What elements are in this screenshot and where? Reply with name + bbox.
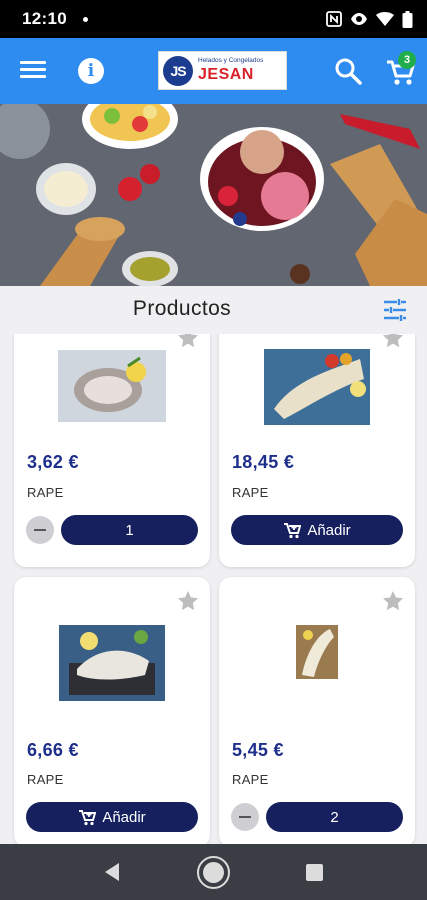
product-name: RAPE bbox=[232, 772, 269, 787]
logo-name: JESAN bbox=[198, 65, 254, 83]
status-bar: 12:10 bbox=[0, 0, 427, 38]
product-card[interactable]: 6,66 € RAPE Añadir bbox=[14, 577, 210, 844]
cart-button[interactable]: 3 bbox=[384, 51, 418, 88]
notification-dot-icon bbox=[82, 16, 88, 22]
logo-mark: JS bbox=[163, 55, 193, 86]
quantity-display[interactable]: 2 bbox=[266, 802, 403, 832]
recent-apps-icon[interactable] bbox=[306, 864, 323, 881]
menu-icon[interactable] bbox=[20, 58, 46, 84]
product-price: 3,62 € bbox=[27, 452, 79, 472]
app-bar: i JS Helados y Congelados JESAN 3 bbox=[0, 38, 427, 104]
add-to-cart-label: Añadir bbox=[102, 808, 146, 826]
product-image bbox=[219, 349, 415, 425]
add-to-cart-button[interactable]: Añadir bbox=[231, 515, 403, 545]
logo-subtitle: Helados y Congelados bbox=[198, 57, 264, 65]
home-icon[interactable] bbox=[197, 856, 230, 889]
section-header: Productos bbox=[0, 286, 427, 334]
product-card[interactable]: 5,45 € RAPE 2 bbox=[219, 577, 415, 844]
product-name: RAPE bbox=[27, 485, 64, 500]
decrease-quantity-button[interactable] bbox=[231, 803, 259, 831]
system-nav-bar bbox=[0, 844, 427, 900]
product-image bbox=[219, 625, 415, 679]
nfc-icon bbox=[326, 11, 342, 27]
product-name: RAPE bbox=[27, 772, 64, 787]
quantity-display[interactable]: 1 bbox=[61, 515, 198, 545]
decrease-quantity-button[interactable] bbox=[26, 516, 54, 544]
back-icon[interactable] bbox=[102, 862, 122, 882]
product-image bbox=[14, 350, 210, 422]
favorite-star-icon[interactable] bbox=[381, 334, 405, 350]
favorite-star-icon[interactable] bbox=[176, 334, 200, 350]
page-title: Productos bbox=[132, 297, 232, 320]
tune-icon[interactable] bbox=[382, 297, 408, 323]
promo-banner-image bbox=[0, 104, 427, 286]
product-card[interactable]: 18,45 € RAPE Añadir bbox=[219, 334, 415, 567]
product-card[interactable]: 3,62 € RAPE 1 bbox=[14, 334, 210, 567]
favorite-star-icon[interactable] bbox=[381, 589, 405, 613]
product-grid: 3,62 € RAPE 1 18,45 € RAPE Añadir 6,66 €… bbox=[0, 334, 427, 844]
eye-icon bbox=[351, 13, 367, 25]
product-price: 5,45 € bbox=[232, 740, 284, 760]
add-cart-icon bbox=[284, 522, 302, 538]
product-price: 18,45 € bbox=[232, 452, 295, 472]
status-icons bbox=[326, 10, 413, 28]
info-icon[interactable]: i bbox=[78, 58, 104, 84]
favorite-star-icon[interactable] bbox=[176, 589, 200, 613]
product-price: 6,66 € bbox=[27, 740, 79, 760]
product-image bbox=[14, 625, 210, 701]
battery-icon bbox=[402, 10, 413, 28]
cart-count-badge: 3 bbox=[398, 51, 416, 69]
search-icon[interactable] bbox=[333, 56, 363, 86]
brand-logo: JS Helados y Congelados JESAN bbox=[158, 51, 287, 90]
wifi-icon bbox=[376, 12, 394, 26]
banner-illustration bbox=[0, 104, 427, 286]
add-to-cart-button[interactable]: Añadir bbox=[26, 802, 198, 832]
add-to-cart-label: Añadir bbox=[307, 521, 351, 539]
status-time: 12:10 bbox=[22, 9, 67, 28]
product-name: RAPE bbox=[232, 485, 269, 500]
add-cart-icon bbox=[79, 809, 97, 825]
